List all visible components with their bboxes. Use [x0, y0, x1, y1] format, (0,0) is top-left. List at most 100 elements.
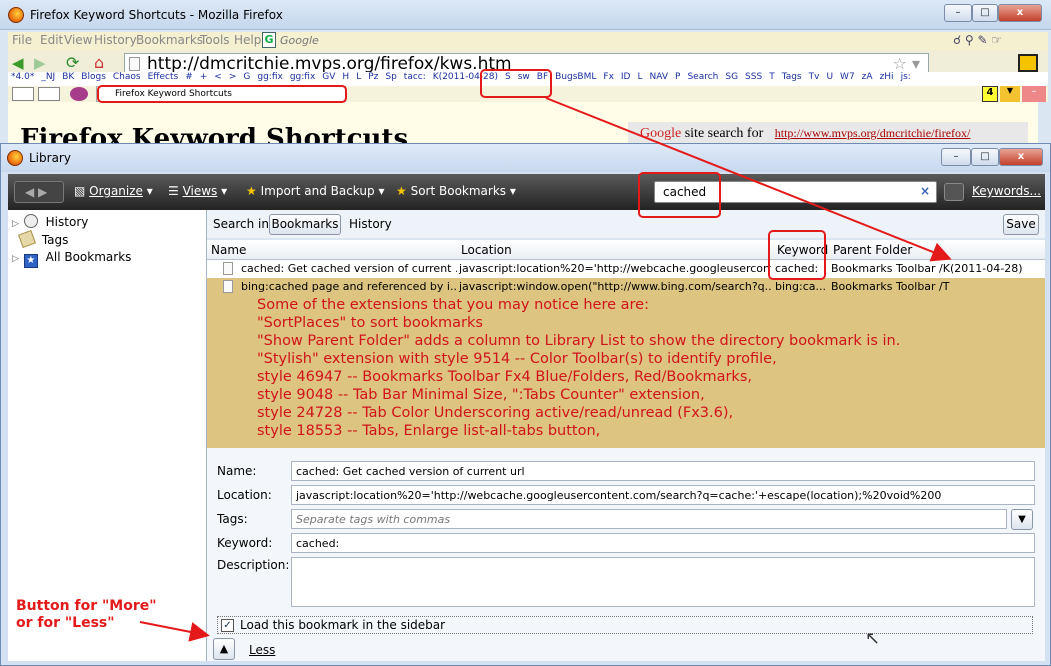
menu-view[interactable]: View: [64, 33, 92, 47]
scope-history-button[interactable]: History: [349, 217, 392, 231]
bookmark-item[interactable]: K(2011-04-28): [433, 72, 498, 82]
keywords-button[interactable]: Keywords...: [972, 184, 1041, 198]
bookmark-item[interactable]: W7: [840, 72, 855, 82]
scope-bookmarks-button[interactable]: Bookmarks: [269, 214, 341, 235]
tab-active[interactable]: Firefox Keyword Shortcuts: [96, 86, 346, 102]
library-search-input[interactable]: cached ×: [654, 181, 937, 203]
bookmark-item[interactable]: zHi: [880, 72, 894, 82]
star-icon[interactable]: ☆ ▾: [893, 54, 920, 74]
bookmark-item[interactable]: gg:fix: [290, 72, 315, 82]
library-maximize-button[interactable]: □: [971, 148, 999, 166]
bookmark-item[interactable]: SG: [725, 72, 738, 82]
bookmark-item[interactable]: BugsBML: [555, 72, 596, 82]
menu-bookmarks[interactable]: Bookmarks: [136, 33, 203, 47]
expand-icon[interactable]: ▷: [12, 254, 20, 264]
column-parent-folder[interactable]: Parent Folder: [833, 243, 912, 257]
library-close-button[interactable]: x: [999, 148, 1043, 166]
table-row[interactable]: cached: Get cached version of current ..…: [207, 260, 1045, 278]
menu-history[interactable]: History: [94, 33, 137, 47]
bookmark-item[interactable]: Search: [687, 72, 718, 82]
tab-counter[interactable]: 4: [982, 86, 998, 102]
name-field[interactable]: cached: Get cached version of current ur…: [291, 461, 1035, 481]
bookmark-item[interactable]: SSS: [745, 72, 762, 82]
bookmark-item[interactable]: Blogs: [81, 72, 106, 82]
tab-icon-1[interactable]: [12, 87, 34, 101]
tree-item-history[interactable]: ▷ History: [12, 214, 88, 229]
bookmark-item[interactable]: Chaos: [113, 72, 141, 82]
bookmark-item[interactable]: _NJ: [41, 72, 55, 82]
tree-item-tags[interactable]: Tags: [18, 230, 68, 248]
tool-icons[interactable]: ☌ ⚲ ✎ ☞: [953, 33, 1002, 47]
more-less-button[interactable]: ▲: [213, 638, 235, 660]
tab-icon-3[interactable]: [70, 87, 88, 101]
bookmark-item[interactable]: >: [229, 72, 237, 82]
location-field[interactable]: javascript:location%20='http://webcache.…: [291, 485, 1035, 505]
back-forward-buttons[interactable]: ◀ ▶: [14, 181, 64, 203]
tags-dropdown-icon[interactable]: ▼: [1011, 509, 1033, 530]
bookmark-item[interactable]: gg:fix: [257, 72, 282, 82]
menu-tools[interactable]: Tools: [200, 33, 230, 47]
bookmark-item[interactable]: Sp: [385, 72, 396, 82]
bookmark-item[interactable]: NAV: [650, 72, 668, 82]
list-all-tabs-icon[interactable]: ▼: [1000, 86, 1020, 102]
bookmark-item[interactable]: BK: [62, 72, 74, 82]
bookmark-item[interactable]: zA: [862, 72, 873, 82]
library-minimize-button[interactable]: –: [941, 148, 971, 166]
expand-icon[interactable]: ▷: [12, 219, 20, 229]
keyword-field[interactable]: cached:: [291, 533, 1035, 553]
menu-file[interactable]: File: [12, 33, 32, 47]
reload-icon[interactable]: ⟳: [66, 53, 79, 72]
bookmark-item[interactable]: +: [200, 72, 208, 82]
organize-menu[interactable]: ▧ Organize ▾: [74, 184, 153, 198]
extension-icon[interactable]: [1018, 54, 1038, 72]
home-icon[interactable]: ⌂: [94, 53, 104, 72]
bookmark-item[interactable]: L: [638, 72, 643, 82]
tree-item-all-bookmarks[interactable]: ▷ ★ All Bookmarks: [12, 250, 131, 268]
close-button[interactable]: x: [998, 4, 1042, 22]
bookmark-item[interactable]: sw: [518, 72, 530, 82]
keywords-icon[interactable]: [944, 183, 964, 201]
bookmark-item[interactable]: Effects: [148, 72, 179, 82]
minimize-button[interactable]: –: [944, 4, 972, 22]
tags-field[interactable]: Separate tags with commas: [291, 509, 1007, 529]
column-name[interactable]: Name: [211, 243, 246, 257]
bookmark-item[interactable]: L: [356, 72, 361, 82]
bookmark-item[interactable]: U: [826, 72, 833, 82]
views-menu[interactable]: ☰ Views ▾: [168, 184, 227, 198]
tab-icon-2[interactable]: [38, 87, 60, 101]
bookmark-item[interactable]: S: [505, 72, 511, 82]
sidebar-checkbox[interactable]: ✓: [221, 619, 234, 632]
description-field[interactable]: [291, 557, 1035, 607]
bookmark-item[interactable]: Fx: [603, 72, 614, 82]
bookmark-item[interactable]: ID: [621, 72, 631, 82]
column-location[interactable]: Location: [461, 243, 512, 257]
back-icon[interactable]: ◀: [12, 54, 24, 72]
import-backup-menu[interactable]: ★ Import and Backup ▾: [246, 184, 384, 198]
table-row[interactable]: bing:cached page and referenced by i... …: [207, 278, 1045, 296]
maximize-button[interactable]: □: [972, 4, 998, 22]
less-label[interactable]: Less: [249, 643, 275, 657]
bookmark-item[interactable]: T: [769, 72, 775, 82]
google-search-icon[interactable]: G: [262, 32, 276, 48]
site-search-link[interactable]: http://www.mvps.org/dmcritchie/firefox/: [775, 126, 971, 140]
bookmark-item[interactable]: H: [342, 72, 349, 82]
bookmark-item[interactable]: Tags: [782, 72, 802, 82]
search-bar-placeholder[interactable]: Google: [280, 34, 319, 47]
menu-help[interactable]: Help: [234, 33, 261, 47]
bookmark-item[interactable]: tacc:: [404, 72, 426, 82]
column-keyword[interactable]: Keyword: [777, 243, 828, 257]
bookmark-item[interactable]: *4.0*: [11, 72, 34, 82]
tab-close-icon[interactable]: –: [1022, 86, 1046, 102]
sort-bookmarks-menu[interactable]: ★ Sort Bookmarks ▾: [396, 184, 516, 198]
bookmark-item[interactable]: GV: [322, 72, 335, 82]
bookmark-item[interactable]: Tv: [809, 72, 820, 82]
bookmark-item[interactable]: G: [243, 72, 250, 82]
bookmark-item[interactable]: js:: [901, 72, 911, 82]
save-search-button[interactable]: Save: [1003, 214, 1039, 235]
forward-icon[interactable]: ▶: [34, 54, 46, 72]
sidebar-checkbox-row[interactable]: ✓ Load this bookmark in the sidebar: [217, 616, 1033, 634]
bookmark-item[interactable]: BF: [537, 72, 548, 82]
menu-edit[interactable]: Edit: [40, 33, 63, 47]
bookmark-item[interactable]: Pz: [368, 72, 378, 82]
bookmark-item[interactable]: <: [214, 72, 222, 82]
